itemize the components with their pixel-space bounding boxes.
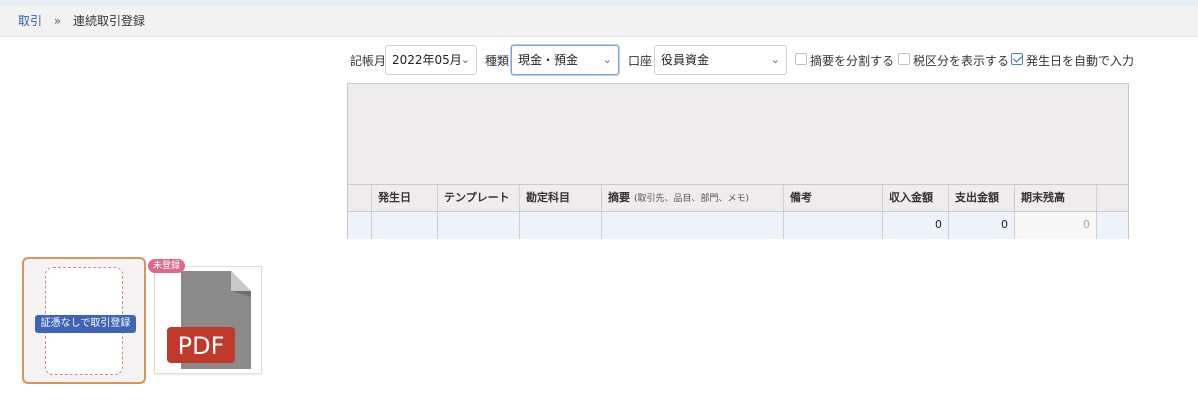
expense-cell[interactable]: 0 [949,212,1015,239]
tax-category-label[interactable]: 税区分を表示する [913,52,1009,69]
auto-date-checkbox[interactable] [1011,53,1023,65]
breadcrumb-link-transactions[interactable]: 取引 [18,14,42,28]
split-summary-checkbox[interactable] [795,53,807,65]
header-summary: 摘要 (取引先、品目、部門、メモ) [602,185,784,212]
header-balance: 期末残高 [1015,185,1097,212]
chevron-down-icon: ⌄ [770,53,780,66]
header-template: テンプレート [438,185,520,212]
unregistered-badge: 未登録 [148,259,186,273]
no-evidence-register-button[interactable]: 証憑なしで取引登録 [35,315,136,333]
auto-date-label[interactable]: 発生日を自動で入力 [1026,52,1134,69]
table-header: 発生日 テンプレート 勘定科目 摘要 (取引先、品目、部門、メモ) 備考 収入金額… [348,184,1128,212]
header-summary-sub: (取引先、品目、部門、メモ) [634,194,750,204]
type-select-value: 現金・預金 [518,53,579,67]
template-cell[interactable] [438,212,520,239]
account-select-value: 役員資金 [661,53,710,67]
action-cell[interactable] [1097,212,1128,239]
month-select[interactable]: 2022年05月 ⌄ [385,45,477,75]
header-account: 勘定科目 [520,185,602,212]
pdf-label-text: PDF [178,332,225,360]
pdf-evidence-card[interactable]: PDF [154,266,262,374]
date-cell[interactable] [372,212,438,239]
account-label: 口座 [628,54,653,68]
header-date: 発生日 [372,185,438,212]
split-summary-label[interactable]: 摘要を分割する [810,52,894,69]
row-rownum [348,212,372,239]
tax-category-checkbox[interactable] [898,53,910,65]
header-expense: 支出金額 [949,185,1015,212]
header-rownum [348,185,372,212]
header-income: 収入金額 [883,185,949,212]
account-select[interactable]: 役員資金 ⌄ [654,45,787,75]
breadcrumb: 取引 » 連続取引登録 [0,6,1198,37]
type-label: 種類 [485,54,510,68]
chevron-down-icon: ⌄ [460,53,470,66]
chevron-down-icon: ⌄ [602,53,612,66]
header-note: 備考 [784,185,883,212]
journal-grid: 発生日 テンプレート 勘定科目 摘要 (取引先、品目、部門、メモ) 備考 収入金額… [347,83,1129,239]
month-label: 記帳月 [350,54,387,68]
month-select-value: 2022年05月 [392,53,462,67]
note-cell[interactable] [784,212,883,239]
balance-cell: 0 [1015,212,1097,239]
pdf-file-icon: PDF [167,271,251,369]
type-select[interactable]: 現金・預金 ⌄ [511,45,619,75]
summary-cell[interactable] [602,212,784,239]
header-action [1097,185,1128,212]
breadcrumb-separator: » [53,14,62,28]
header-summary-label: 摘要 [608,191,630,204]
no-evidence-card[interactable]: 証憑なしで取引登録 [22,257,146,384]
table-row: 0 0 0 [348,211,1128,239]
account-cell[interactable] [520,212,602,239]
income-cell[interactable]: 0 [883,212,949,239]
breadcrumb-current: 連続取引登録 [73,14,146,28]
